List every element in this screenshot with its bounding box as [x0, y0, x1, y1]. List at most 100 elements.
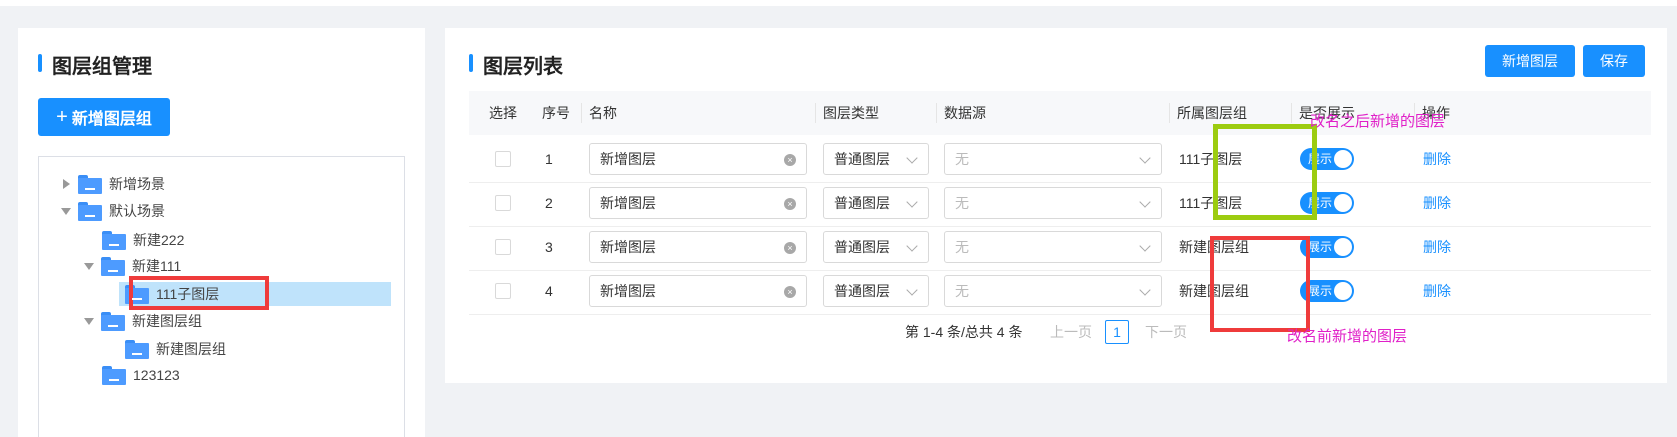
tree-node-label: 默认场景	[109, 203, 165, 219]
data-source-value: 无	[955, 283, 969, 299]
layer-group-tree: 新增场景 默认场景 新建222 新建111 111子图层 新建图层组 新建图层组	[38, 156, 405, 437]
tree-node-label: 新建222	[133, 232, 185, 248]
row-checkbox[interactable]	[495, 238, 511, 255]
caret-down-icon[interactable]	[61, 206, 71, 216]
annotation-top: 改名之后新增的图层	[1310, 113, 1446, 130]
layer-name-value: 新增图层	[600, 239, 656, 255]
layer-name-input[interactable]: 新增图层 ×	[589, 275, 807, 307]
tree-node[interactable]: 新建图层组	[125, 336, 226, 362]
layer-group-panel: 图层组管理 + 新增图层组 新增场景 默认场景 新建222 新建111 111子…	[18, 28, 425, 437]
clear-icon[interactable]: ×	[784, 242, 796, 254]
layer-name-value: 新增图层	[600, 283, 656, 299]
folder-icon	[125, 339, 149, 359]
row-checkbox[interactable]	[495, 282, 511, 299]
data-source-select[interactable]: 无	[944, 143, 1162, 175]
clear-icon[interactable]: ×	[784, 286, 796, 298]
top-bar	[0, 0, 1677, 6]
chevron-down-icon	[906, 284, 918, 296]
folder-icon	[78, 174, 102, 194]
table-header: 选择 序号 名称 图层类型 数据源 所属图层组 是否展示 操作	[469, 91, 1651, 135]
caret-down-icon[interactable]	[84, 316, 94, 326]
column-header: 序号	[542, 105, 570, 121]
tree-node-label: 123123	[133, 367, 180, 383]
row-index: 1	[545, 150, 553, 167]
data-source-value: 无	[955, 239, 969, 255]
toggle-label: 展示	[1308, 284, 1333, 298]
folder-icon	[101, 256, 125, 276]
layer-type-select[interactable]: 普通图层	[823, 275, 929, 307]
folder-icon	[102, 230, 126, 250]
panel-title: 图层组管理	[38, 50, 152, 79]
layer-type-select[interactable]: 普通图层	[823, 187, 929, 219]
chevron-down-icon	[1139, 284, 1151, 296]
annotation-red-box	[1210, 236, 1310, 332]
chevron-down-icon	[906, 152, 918, 164]
chevron-down-icon	[906, 240, 918, 252]
delete-link[interactable]: 删除	[1423, 223, 1451, 270]
layer-type-value: 普通图层	[834, 151, 890, 167]
layer-type-value: 普通图层	[834, 283, 890, 299]
chevron-down-icon	[1139, 240, 1151, 252]
layer-type-value: 普通图层	[834, 195, 890, 211]
caret-right-icon[interactable]	[61, 179, 71, 189]
toggle-label: 展示	[1308, 240, 1333, 254]
page-number-current[interactable]: 1	[1105, 320, 1129, 344]
table-row: 4 新增图层 × 普通图层 无 新建图层组 展示 删除	[469, 267, 1651, 315]
folder-icon	[101, 311, 125, 331]
folder-icon	[102, 365, 126, 385]
tree-node[interactable]: 新增场景	[61, 171, 165, 197]
data-source-select[interactable]: 无	[944, 231, 1162, 263]
chevron-down-icon	[1139, 152, 1151, 164]
layer-name-input[interactable]: 新增图层 ×	[589, 187, 807, 219]
tree-node-label: 新建图层组	[132, 313, 202, 329]
panel-title: 图层列表	[469, 50, 563, 79]
column-header: 图层类型	[823, 105, 879, 121]
add-layer-group-label: 新增图层组	[71, 111, 152, 128]
row-index: 3	[545, 238, 553, 255]
tree-node-label: 新建图层组	[156, 341, 226, 357]
prev-page-button[interactable]: 上一页	[1050, 320, 1092, 344]
table-row: 1 新增图层 × 普通图层 无 111子图层 展示 删除	[469, 135, 1651, 183]
delete-link[interactable]: 删除	[1423, 179, 1451, 226]
pagination-summary: 第 1-4 条/总共 4 条	[905, 324, 1023, 340]
layer-name-input[interactable]: 新增图层 ×	[589, 231, 807, 263]
annotation-green-box	[1213, 124, 1317, 220]
layer-name-value: 新增图层	[600, 151, 656, 167]
next-page-button[interactable]: 下一页	[1145, 320, 1187, 344]
data-source-select[interactable]: 无	[944, 275, 1162, 307]
data-source-select[interactable]: 无	[944, 187, 1162, 219]
folder-icon	[78, 201, 102, 221]
data-source-value: 无	[955, 195, 969, 211]
tree-node[interactable]: 默认场景	[61, 198, 165, 224]
layer-name-input[interactable]: 新增图层 ×	[589, 143, 807, 175]
data-source-value: 无	[955, 151, 969, 167]
chevron-down-icon	[1139, 196, 1151, 208]
add-layer-button[interactable]: 新增图层	[1485, 45, 1575, 77]
table-row: 3 新增图层 × 普通图层 无 新建图层组 展示 删除	[469, 223, 1651, 271]
tree-node-label: 新建111	[132, 258, 182, 274]
layer-type-value: 普通图层	[834, 239, 890, 255]
layer-type-select[interactable]: 普通图层	[823, 143, 929, 175]
annotation-bottom: 改名前新增的图层	[1287, 328, 1408, 345]
tree-node[interactable]: 123123	[102, 362, 180, 388]
delete-link[interactable]: 删除	[1423, 135, 1451, 182]
caret-down-icon[interactable]	[84, 261, 94, 271]
column-header: 数据源	[944, 105, 986, 121]
delete-link[interactable]: 删除	[1423, 267, 1451, 314]
row-checkbox[interactable]	[495, 150, 511, 167]
clear-icon[interactable]: ×	[784, 154, 796, 166]
plus-icon: +	[56, 106, 68, 128]
save-button[interactable]: 保存	[1583, 45, 1645, 77]
table-row: 2 新增图层 × 普通图层 无 111子图层 展示 删除	[469, 179, 1651, 227]
layer-type-select[interactable]: 普通图层	[823, 231, 929, 263]
annotation-red-box	[129, 276, 269, 310]
row-checkbox[interactable]	[495, 194, 511, 211]
column-header: 名称	[589, 105, 617, 121]
tree-node[interactable]: 新建222	[102, 227, 184, 253]
clear-icon[interactable]: ×	[784, 198, 796, 210]
chevron-down-icon	[906, 196, 918, 208]
column-header: 选择	[489, 105, 517, 121]
layer-name-value: 新增图层	[600, 195, 656, 211]
tree-node[interactable]: 新建图层组	[84, 308, 202, 334]
add-layer-group-button[interactable]: + 新增图层组	[38, 98, 170, 136]
